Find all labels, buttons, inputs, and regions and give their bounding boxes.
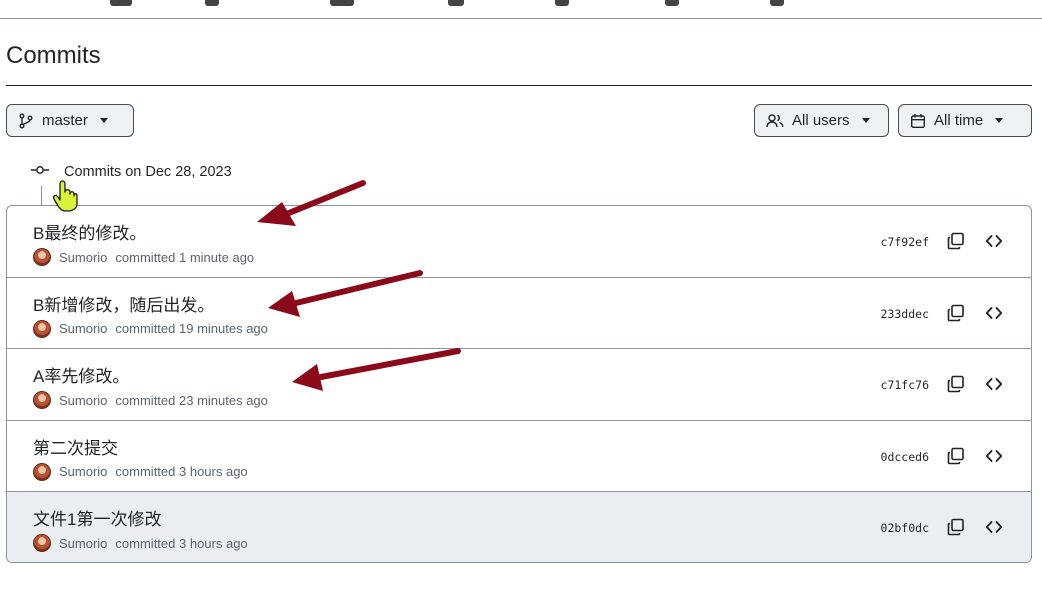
commit-time: committed 3 hours ago <box>115 464 248 480</box>
commit-meta: Sumorio committed 1 minute ago <box>33 248 254 266</box>
time-filter-button[interactable]: All time <box>898 104 1032 137</box>
chevron-down-icon <box>995 118 1004 123</box>
commit-meta: Sumorio committed 3 hours ago <box>33 462 248 481</box>
avatar[interactable] <box>33 319 51 338</box>
code-icon[interactable] <box>985 304 1003 327</box>
nav-fragment <box>555 0 569 6</box>
chevron-down-icon <box>861 118 870 123</box>
nav-fragment <box>448 0 464 6</box>
branch-label: master <box>42 112 88 129</box>
users-filter-button[interactable]: All users <box>754 104 889 137</box>
commit-time: committed 23 minutes ago <box>115 392 268 408</box>
title-divider <box>6 85 1032 86</box>
commit-row: B新增修改，随后出发。 Sumorio committed 19 minutes… <box>7 278 1031 350</box>
top-nav-strip <box>0 0 1042 19</box>
commit-message-link[interactable]: B新增修改，随后出发。 <box>33 291 214 316</box>
author-name[interactable]: Sumorio <box>59 250 107 265</box>
commit-row: 第二次提交 Sumorio committed 3 hours ago 0dcc… <box>7 421 1031 493</box>
commit-row: B最终的修改。 Sumorio committed 1 minute ago c… <box>7 206 1031 278</box>
author-name[interactable]: Sumorio <box>59 393 107 408</box>
commit-row: 文件1第一次修改 Sumorio committed 3 hours ago 0… <box>7 492 1031 562</box>
commit-time: committed 3 hours ago <box>115 535 248 551</box>
commit-meta: Sumorio committed 3 hours ago <box>33 534 248 553</box>
commit-time: committed 1 minute ago <box>115 249 255 265</box>
git-commit-icon <box>30 164 50 180</box>
timeline-connector <box>41 186 42 205</box>
commit-sha-link[interactable]: 233ddec <box>881 307 929 321</box>
people-icon <box>766 113 784 129</box>
code-icon[interactable] <box>985 518 1003 541</box>
commit-list: B最终的修改。 Sumorio committed 1 minute ago c… <box>6 205 1032 563</box>
avatar[interactable] <box>33 391 51 410</box>
author-name[interactable]: Sumorio <box>59 536 107 551</box>
commit-meta: Sumorio committed 23 minutes ago <box>33 391 268 410</box>
avatar[interactable] <box>33 462 51 481</box>
nav-fragment <box>330 0 354 6</box>
copy-icon[interactable] <box>947 375 965 398</box>
calendar-icon <box>910 113 926 129</box>
commit-sha-link[interactable]: 0dcced6 <box>881 450 929 464</box>
nav-fragment <box>770 0 784 6</box>
time-filter-label: All time <box>934 112 984 129</box>
nav-fragment <box>665 0 679 6</box>
users-filter-label: All users <box>792 112 850 129</box>
commit-group-date: Commits on Dec 28, 2023 <box>64 164 232 180</box>
commit-message-link[interactable]: 文件1第一次修改 <box>33 505 161 530</box>
commit-sha-link[interactable]: c7f92ef <box>881 235 929 249</box>
commit-time: committed 19 minutes ago <box>115 321 268 337</box>
commit-sha-link[interactable]: c71fc76 <box>881 378 929 392</box>
commit-sha-link[interactable]: 02bf0dc <box>881 521 929 535</box>
commit-meta: Sumorio committed 19 minutes ago <box>33 319 268 338</box>
commit-row: A率先修改。 Sumorio committed 23 minutes ago … <box>7 349 1031 421</box>
copy-icon[interactable] <box>947 232 965 255</box>
author-name[interactable]: Sumorio <box>59 321 107 336</box>
git-branch-icon <box>18 113 34 129</box>
author-name[interactable]: Sumorio <box>59 464 107 479</box>
nav-fragment <box>205 0 219 6</box>
code-icon[interactable] <box>985 447 1003 470</box>
commit-group-header: Commits on Dec 28, 2023 <box>30 164 232 180</box>
branch-selector-button[interactable]: master <box>6 104 134 137</box>
page-title: Commits <box>6 42 101 69</box>
commit-message-link[interactable]: A率先修改。 <box>33 362 129 387</box>
avatar[interactable] <box>33 248 51 266</box>
copy-icon[interactable] <box>947 447 965 470</box>
commit-message-link[interactable]: B最终的修改。 <box>33 219 146 244</box>
code-icon[interactable] <box>985 375 1003 398</box>
avatar[interactable] <box>33 534 51 553</box>
copy-icon[interactable] <box>947 518 965 541</box>
copy-icon[interactable] <box>947 304 965 327</box>
chevron-down-icon <box>99 118 108 123</box>
code-icon[interactable] <box>985 232 1003 255</box>
nav-fragment <box>110 0 132 6</box>
commit-message-link[interactable]: 第二次提交 <box>33 434 118 459</box>
